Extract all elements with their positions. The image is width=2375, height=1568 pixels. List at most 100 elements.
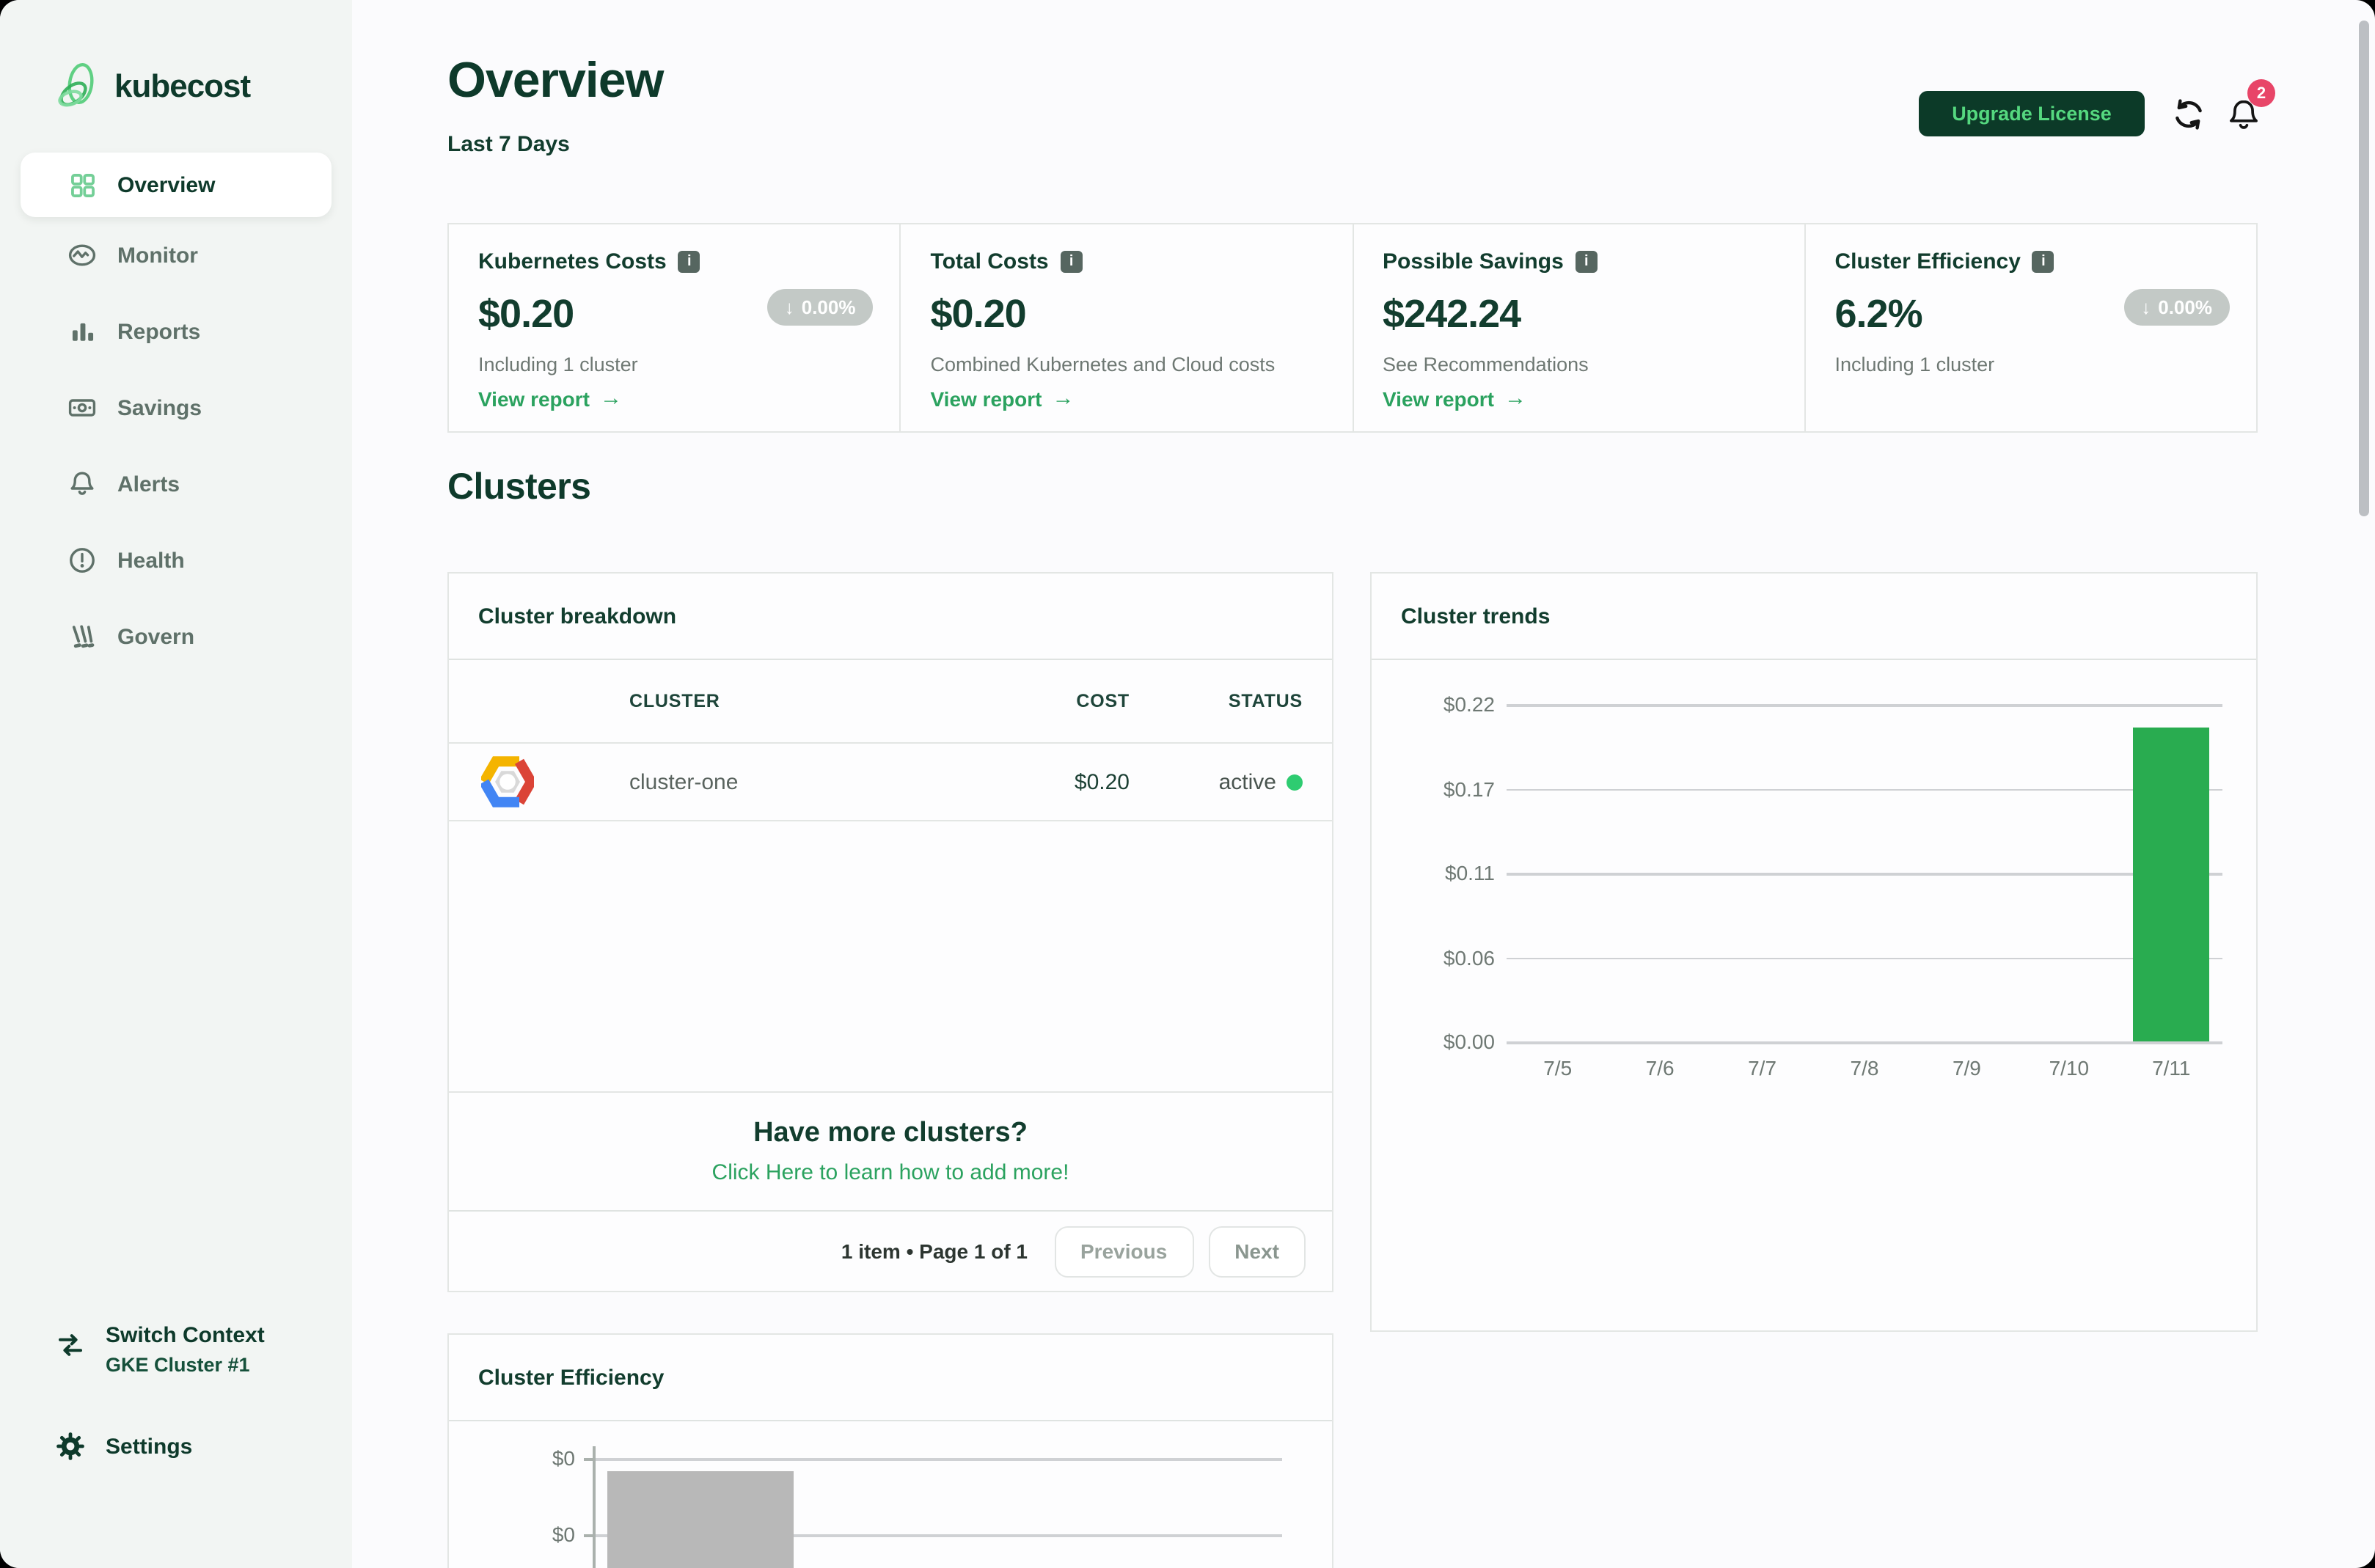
more-clusters-section: Have more clusters? Click Here to learn … xyxy=(449,1091,1332,1210)
y-axis-line xyxy=(593,1446,595,1568)
sidebar-item-health[interactable]: Health xyxy=(0,522,352,598)
arrow-down-icon: ↓ xyxy=(784,296,794,318)
gridline xyxy=(1507,873,2222,875)
y-axis-label: $0 xyxy=(552,1523,575,1546)
panel-title: Cluster breakdown xyxy=(449,574,1332,660)
y-axis-label: $0 xyxy=(552,1446,575,1470)
sidebar-item-overview[interactable]: Overview xyxy=(21,153,332,217)
scrollbar-thumb[interactable] xyxy=(2359,21,2369,516)
card-title: Cluster Efficiency i xyxy=(1835,249,2228,274)
info-icon[interactable]: i xyxy=(1575,251,1598,273)
info-icon[interactable]: i xyxy=(2032,251,2054,273)
x-axis-label: 7/6 xyxy=(1645,1056,1675,1080)
sidebar-item-label: Health xyxy=(117,548,185,573)
column-header-status: STATUS xyxy=(1228,691,1303,711)
axis-tick xyxy=(584,1458,593,1460)
next-page-button[interactable]: Next xyxy=(1208,1226,1306,1277)
sidebar-item-label: Govern xyxy=(117,624,195,649)
info-icon[interactable]: i xyxy=(678,251,700,273)
settings-label: Settings xyxy=(106,1434,193,1459)
x-axis-label: 7/7 xyxy=(1748,1056,1777,1080)
gridline xyxy=(1507,788,2222,791)
monitor-pulse-icon xyxy=(67,241,97,270)
sidebar: kubecost Overview Monitor Reports Saving… xyxy=(0,0,352,1568)
sidebar-item-label: Monitor xyxy=(117,243,198,268)
y-axis-label: $0.22 xyxy=(1443,692,1495,716)
page-title: Overview xyxy=(447,53,664,109)
sidebar-item-label: Savings xyxy=(117,395,202,420)
grid-icon xyxy=(67,170,97,199)
gridline xyxy=(593,1458,1282,1460)
card-note: Combined Kubernetes and Cloud costs xyxy=(930,353,1276,375)
refresh-button[interactable] xyxy=(2171,95,2209,133)
sidebar-item-alerts[interactable]: Alerts xyxy=(0,446,352,522)
alert-circle-icon xyxy=(67,546,97,575)
card-title: Possible Savings i xyxy=(1383,249,1775,274)
sidebar-item-govern[interactable]: Govern xyxy=(0,598,352,675)
y-axis-label: $0.11 xyxy=(1445,861,1495,884)
sidebar-item-monitor[interactable]: Monitor xyxy=(0,217,352,293)
cluster-breakdown-panel: Cluster breakdown CLUSTER COST STATUS cl… xyxy=(447,572,1333,1292)
card-kubernetes-costs: Kubernetes Costs i $0.20 ↓ 0.00% Including… xyxy=(449,224,900,431)
banknote-icon xyxy=(67,393,97,422)
card-value: $242.24 xyxy=(1383,292,1521,336)
x-axis-label: 7/10 xyxy=(2049,1056,2090,1080)
cluster-efficiency-panel: Cluster Efficiency $0 $0 xyxy=(447,1333,1333,1568)
x-axis-label: 7/5 xyxy=(1543,1056,1573,1080)
settings-button[interactable]: Settings xyxy=(56,1432,265,1461)
cluster-status: active xyxy=(1130,769,1303,794)
arrow-right-icon: → xyxy=(1052,386,1075,411)
table-empty-space xyxy=(449,821,1332,1091)
card-value: $0.20 xyxy=(930,292,1027,336)
pagination-bar: 1 item • Page 1 of 1 Previous Next xyxy=(449,1210,1332,1291)
notification-badge[interactable]: 2 xyxy=(2247,79,2275,107)
sidebar-item-label: Reports xyxy=(117,319,201,344)
delta-badge: ↓ 0.00% xyxy=(2123,289,2230,326)
table-header: CLUSTER COST STATUS xyxy=(449,660,1332,744)
y-axis-label: $0.06 xyxy=(1443,945,1495,969)
view-report-link[interactable]: View report → xyxy=(478,386,622,411)
arrow-right-icon: → xyxy=(1504,386,1526,411)
info-icon[interactable]: i xyxy=(1060,251,1083,273)
kubecost-logo-icon xyxy=(56,62,100,111)
axis-tick xyxy=(584,1534,593,1536)
govern-pillars-icon xyxy=(67,622,97,651)
table-row[interactable]: cluster-one $0.20 active xyxy=(449,744,1332,821)
kubecost-logo[interactable]: kubecost xyxy=(56,62,352,111)
brand-name: kubecost xyxy=(114,67,251,104)
upgrade-license-button[interactable]: Upgrade License xyxy=(1919,91,2145,136)
cluster-cost: $0.20 xyxy=(1074,769,1130,794)
switch-context-button[interactable]: Switch Context GKE Cluster #1 xyxy=(56,1323,265,1376)
panel-title: Cluster trends xyxy=(1372,574,2256,660)
status-dot xyxy=(1287,774,1303,790)
main-content: Overview Last 7 Days Upgrade License 2 K… xyxy=(352,0,2375,1568)
card-cluster-efficiency: Cluster Efficiency i 6.2% ↓ 0.00% Includin… xyxy=(1804,224,2257,431)
card-title: Kubernetes Costs i xyxy=(478,249,871,274)
cluster-trends-panel: Cluster trends $0.22 $0.17 $0.11 $0.06 $0.00… xyxy=(1370,572,2258,1332)
gear-icon xyxy=(56,1432,85,1461)
gridline xyxy=(1507,957,2222,959)
column-header-cost: COST xyxy=(1076,691,1130,711)
more-clusters-title: Have more clusters? xyxy=(753,1118,1028,1148)
card-note: Including 1 cluster xyxy=(1834,353,1995,375)
view-report-link[interactable]: View report → xyxy=(931,386,1075,411)
stat-cards-row: Kubernetes Costs i $0.20 ↓ 0.00% Including… xyxy=(447,223,2258,433)
card-possible-savings: Possible Savings i $242.24 See Recommenda… xyxy=(1352,224,1804,431)
pagination-summary: 1 item • Page 1 of 1 xyxy=(841,1239,1028,1263)
add-clusters-link[interactable]: Click Here to learn how to add more! xyxy=(712,1160,1069,1185)
view-report-link[interactable]: View report → xyxy=(1383,386,1526,411)
app-window: kubecost Overview Monitor Reports Saving… xyxy=(0,0,2375,1568)
sidebar-item-reports[interactable]: Reports xyxy=(0,293,352,370)
y-axis-label: $0.00 xyxy=(1443,1030,1495,1053)
sidebar-item-savings[interactable]: Savings xyxy=(0,370,352,446)
panel-title: Cluster Efficiency xyxy=(449,1335,1332,1421)
cluster-trends-chart: $0.22 $0.17 $0.11 $0.06 $0.00 7/5 7/6 7/7 7/8 7/9… xyxy=(1372,660,2256,1330)
switch-context-label: Switch Context xyxy=(106,1323,265,1348)
previous-page-button[interactable]: Previous xyxy=(1054,1226,1194,1277)
x-axis-label: 7/9 xyxy=(1952,1056,1981,1080)
sidebar-item-label: Overview xyxy=(117,172,216,197)
bar-chart-icon xyxy=(67,317,97,346)
gridline xyxy=(1507,1041,2222,1044)
sidebar-nav: Overview Monitor Reports Savings Alerts … xyxy=(0,153,352,675)
current-context: GKE Cluster #1 xyxy=(106,1354,250,1376)
